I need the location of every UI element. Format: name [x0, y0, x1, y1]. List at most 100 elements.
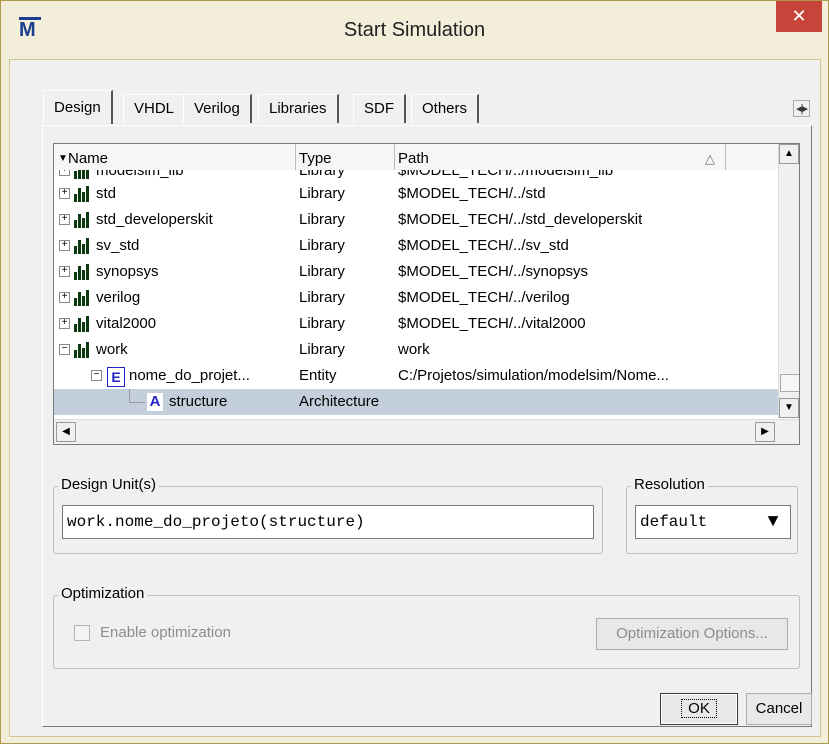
row-path: $MODEL_TECH/../vital2000: [398, 315, 586, 332]
row-type: Architecture: [299, 393, 380, 410]
tab-label: Verilog: [194, 100, 240, 117]
header-filter-icon[interactable]: ▼: [58, 144, 68, 170]
architecture-icon: A: [147, 393, 163, 411]
library-icon: [74, 290, 90, 306]
optimization-label: Optimization: [58, 585, 148, 602]
header-path[interactable]: Path: [398, 144, 429, 170]
ok-label: OK: [681, 699, 717, 718]
vertical-scrollbar[interactable]: ▲ ▼: [778, 144, 799, 418]
resolution-value: default: [640, 513, 708, 531]
library-icon: [74, 342, 90, 358]
tab-design[interactable]: Design: [43, 90, 113, 124]
tab-sdf[interactable]: SDF: [353, 94, 406, 123]
scroll-up-icon[interactable]: ▲: [779, 144, 799, 164]
row-name: synopsys: [96, 263, 159, 280]
tree-connector: [129, 402, 145, 403]
tab-vhdl[interactable]: VHDL: [123, 94, 187, 123]
expand-icon[interactable]: +: [59, 240, 70, 251]
tab-scroll-arrows-icon[interactable]: ◂|▸: [793, 100, 810, 117]
scroll-thumb[interactable]: [780, 374, 799, 392]
header-name[interactable]: Name: [68, 144, 108, 170]
row-type: Library: [299, 341, 345, 358]
row-type: Library: [299, 289, 345, 306]
window-title: Start Simulation: [343, 19, 486, 41]
header-divider[interactable]: [295, 144, 296, 170]
close-button[interactable]: ✕: [776, 1, 822, 32]
entity-icon: E: [107, 367, 125, 387]
header-divider[interactable]: [394, 144, 395, 170]
dropdown-arrow-icon[interactable]: ▼: [756, 506, 790, 538]
row-type: Library: [299, 263, 345, 280]
row-path: $MODEL_TECH/../sv_std: [398, 237, 569, 254]
cancel-button[interactable]: Cancel: [746, 693, 812, 725]
row-name: work: [96, 341, 128, 358]
resolution-select[interactable]: default ▼: [635, 505, 791, 539]
tree-row-synopsys[interactable]: + synopsys Library $MODEL_TECH/../synops…: [54, 259, 778, 285]
library-icon: [74, 186, 90, 202]
dialog-client-area: Design VHDL Verilog Libraries SDF Others…: [9, 59, 821, 737]
enable-optimization-label: Enable optimization: [100, 624, 231, 641]
sort-ascending-icon: △: [705, 151, 715, 166]
design-unit-input[interactable]: work.nome_do_projeto(structure): [62, 505, 594, 539]
row-name: std: [96, 185, 117, 202]
ok-button[interactable]: OK: [660, 693, 738, 725]
tree-row-std-developerskit[interactable]: + std_developerskit Library $MODEL_TECH/…: [54, 207, 778, 233]
tab-label: Others: [422, 100, 468, 117]
library-icon: [74, 238, 90, 254]
scroll-down-icon[interactable]: ▼: [779, 398, 799, 418]
tree-row-architecture-selected[interactable]: A structure Architecture: [54, 389, 778, 415]
row-name: sv_std: [96, 237, 140, 254]
tree-header: ▼ Name Type Path △: [54, 144, 778, 170]
expand-icon[interactable]: +: [59, 214, 70, 225]
optimization-options-button[interactable]: Optimization Options...: [596, 618, 788, 650]
tree-row-entity[interactable]: − E nome_do_projet... Entity C:/Projetos…: [54, 363, 778, 389]
row-type: Library: [299, 315, 345, 332]
tree-row-work[interactable]: − work Library work: [54, 337, 778, 363]
collapse-icon[interactable]: −: [91, 370, 102, 381]
expand-icon[interactable]: +: [59, 292, 70, 303]
header-type[interactable]: Type: [299, 144, 332, 170]
library-icon: [74, 316, 90, 332]
design-unit-label: Design Unit(s): [58, 476, 160, 493]
tab-label: Design: [54, 99, 101, 116]
row-path: $MODEL_TECH/../verilog: [398, 289, 570, 306]
expand-icon[interactable]: +: [59, 318, 70, 329]
tree-row-verilog[interactable]: + verilog Library $MODEL_TECH/../verilog: [54, 285, 778, 311]
row-path: C:/Projetos/simulation/modelsim/Nome...: [398, 367, 669, 384]
tab-libraries[interactable]: Libraries: [258, 94, 339, 123]
scroll-left-icon[interactable]: ◀: [56, 422, 76, 442]
tab-label: VHDL: [134, 100, 175, 117]
row-name: verilog: [96, 289, 141, 306]
tab-label: Libraries: [269, 100, 327, 117]
tab-label: SDF: [364, 100, 394, 117]
tab-verilog[interactable]: Verilog: [183, 94, 252, 123]
row-type: Library: [299, 185, 345, 202]
header-divider[interactable]: [725, 144, 726, 170]
row-name: std_developerskit: [96, 211, 213, 228]
resolution-label: Resolution: [631, 476, 708, 493]
title-bar[interactable]: M Start Simulation ✕: [1, 1, 828, 59]
row-name: vital2000: [96, 315, 157, 332]
enable-optimization-checkbox[interactable]: [74, 625, 90, 641]
tree-row-sv-std[interactable]: + sv_std Library $MODEL_TECH/../sv_std: [54, 233, 778, 259]
tree-connector: [129, 389, 130, 402]
collapse-icon[interactable]: −: [59, 344, 70, 355]
close-icon: ✕: [791, 6, 807, 26]
design-unit-group: Design Unit(s) work.nome_do_projeto(stru…: [53, 476, 603, 554]
resolution-group: Resolution default ▼: [626, 476, 798, 554]
expand-icon[interactable]: +: [59, 266, 70, 277]
tab-others[interactable]: Others: [411, 94, 480, 123]
scroll-right-icon[interactable]: ▶: [755, 422, 775, 442]
row-path: $MODEL_TECH/../synopsys: [398, 263, 589, 280]
expand-icon[interactable]: +: [59, 188, 70, 199]
row-name: nome_do_projet...: [129, 367, 250, 384]
row-path: $MODEL_TECH/../std: [398, 185, 546, 202]
library-icon: [74, 212, 90, 228]
library-tree[interactable]: + modelsim_lib Library $MODEL_TECH/../mo…: [53, 143, 800, 445]
tree-row-vital2000[interactable]: + vital2000 Library $MODEL_TECH/../vital…: [54, 311, 778, 337]
row-type: Entity: [299, 367, 337, 384]
horizontal-scrollbar[interactable]: ◀ ▶: [54, 419, 799, 444]
row-type: Library: [299, 211, 345, 228]
library-icon: [74, 264, 90, 280]
tree-row-std[interactable]: + std Library $MODEL_TECH/../std: [54, 181, 778, 207]
